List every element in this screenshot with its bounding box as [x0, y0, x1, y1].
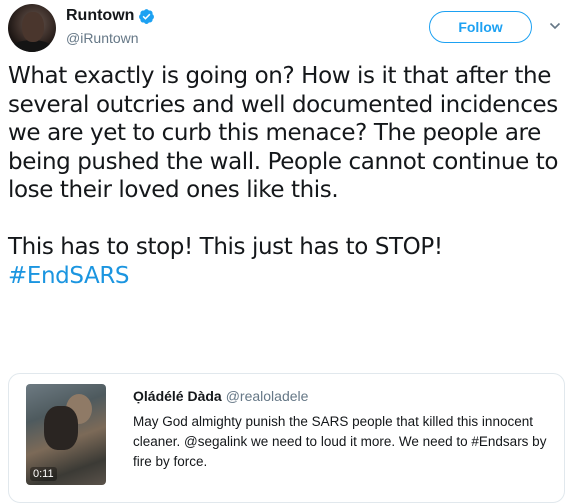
quoted-tweet-header: Ọládélé Dàda @realoladele	[133, 388, 308, 404]
quoted-video-thumbnail[interactable]: 0:11	[26, 384, 106, 485]
verified-badge-icon	[139, 8, 155, 24]
quoted-tweet[interactable]: 0:11 Ọládélé Dàda @realoladele May God al…	[8, 373, 565, 503]
author-handle[interactable]: @iRuntown	[66, 30, 139, 46]
tweet-paragraph-1: What exactly is going on? How is it that…	[8, 63, 559, 203]
author-display-name[interactable]: Runtown	[66, 7, 134, 25]
avatar[interactable]	[8, 4, 56, 52]
video-duration: 0:11	[30, 467, 57, 481]
author-name-row[interactable]: Runtown	[66, 7, 155, 25]
quoted-author-handle[interactable]: @realoladele	[226, 388, 309, 404]
follow-button[interactable]: Follow	[429, 11, 532, 43]
quoted-author-name[interactable]: Ọládélé Dàda	[133, 388, 222, 404]
chevron-down-icon[interactable]	[549, 20, 561, 32]
hashtag-link[interactable]: #EndSARS	[8, 263, 130, 289]
tweet-paragraph-2: This has to stop! This just has to STOP!	[8, 234, 443, 260]
quoted-tweet-text: May God almighty punish the SARS people …	[133, 414, 547, 469]
tweet-body: What exactly is going on? How is it that…	[8, 62, 560, 290]
